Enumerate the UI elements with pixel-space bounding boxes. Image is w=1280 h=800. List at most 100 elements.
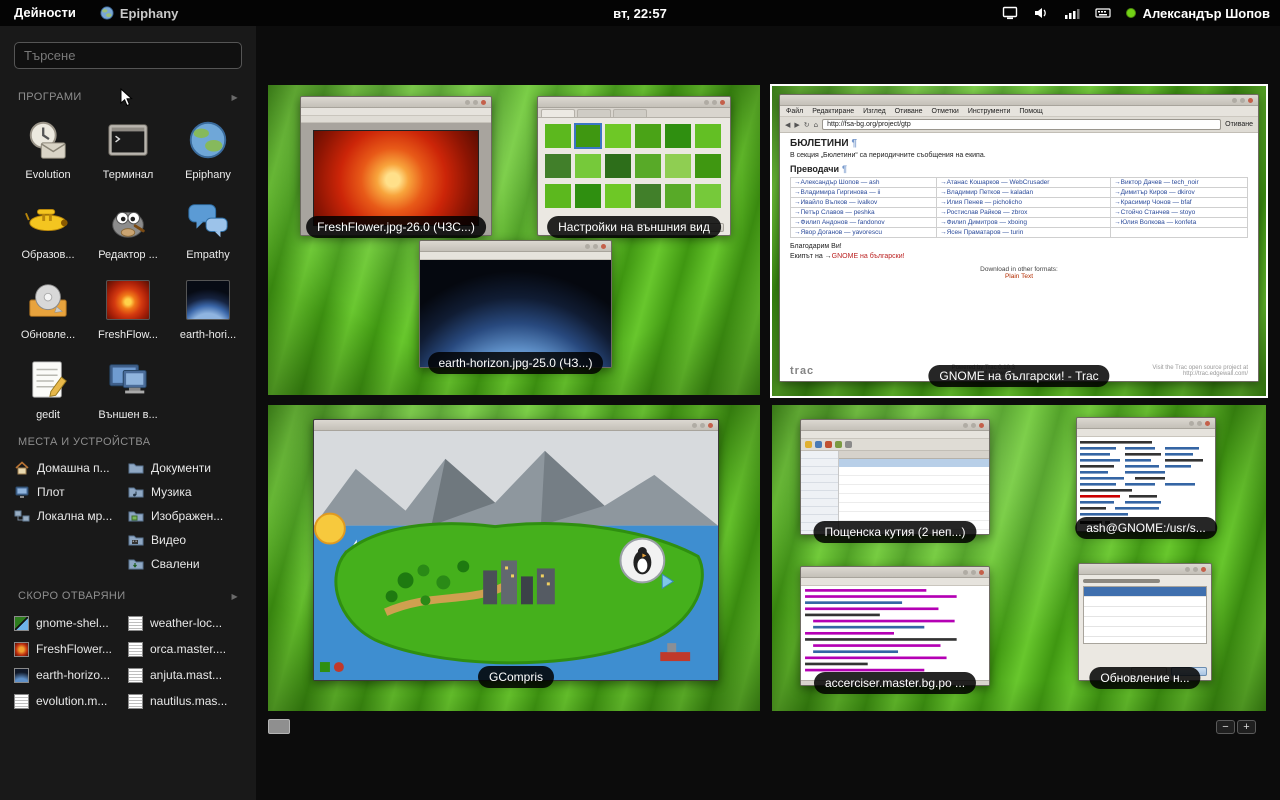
window-freshflower-gimp[interactable]: FreshFlower.jpg-26.0 (ЧЗС...) bbox=[300, 96, 492, 236]
app-label: Редактор ... bbox=[98, 249, 158, 261]
window-titlebar bbox=[1079, 564, 1211, 575]
recent-label: orca.master.... bbox=[150, 642, 226, 656]
app-grid: Evolution Терминал Epiphany Образов... Р… bbox=[8, 111, 248, 424]
network-icon bbox=[14, 508, 30, 524]
wallpaper-grid bbox=[538, 118, 730, 220]
place-label: Плот bbox=[37, 485, 65, 499]
window-menubar bbox=[301, 108, 491, 116]
anchor-pilcrow: ¶ bbox=[852, 138, 858, 149]
place-item-downloads[interactable]: Свалени bbox=[128, 552, 242, 576]
wallpaper-thumbnails bbox=[543, 122, 725, 212]
place-item-pictures[interactable]: Изображен... bbox=[128, 504, 242, 528]
page-heading: БЮЛЕТИНИ¶ bbox=[790, 138, 1248, 149]
activities-button[interactable]: Дейности bbox=[0, 0, 90, 26]
trac-page: БЮЛЕТИНИ¶ В секция „Бюлетини“ са периоди… bbox=[780, 133, 1258, 381]
recent-item[interactable]: evolution.m... bbox=[14, 688, 128, 714]
app-item-appearance[interactable]: Външен в... bbox=[88, 351, 168, 424]
app-item-empathy[interactable]: Empathy bbox=[168, 191, 248, 264]
app-item-epiphany[interactable]: Epiphany bbox=[168, 111, 248, 184]
flower-thumbnail-icon bbox=[14, 642, 29, 657]
recent-item[interactable]: orca.master.... bbox=[128, 636, 242, 662]
app-item-terminal[interactable]: Терминал bbox=[88, 111, 168, 184]
app-menu[interactable]: Epiphany bbox=[90, 6, 189, 21]
network-signal-icon[interactable] bbox=[1064, 5, 1080, 21]
update-package-list bbox=[1083, 586, 1207, 644]
translator-link: →Александър Шопов — ash bbox=[791, 178, 937, 188]
window-title-pill: earth-horizon.jpg-25.0 (ЧЗ...) bbox=[428, 352, 604, 374]
app-label: Външен в... bbox=[98, 409, 157, 421]
app-item-gcompris[interactable]: Образов... bbox=[8, 191, 88, 264]
app-label: Empathy bbox=[186, 249, 229, 261]
workspace-1[interactable]: FreshFlower.jpg-26.0 (ЧЗС...) Настройки … bbox=[268, 85, 760, 395]
recent-item[interactable]: earth-horizo... bbox=[14, 662, 128, 688]
workspace-3[interactable]: GCompris bbox=[268, 405, 760, 711]
window-evolution-mail[interactable]: Пощенска кутия (2 неп...) bbox=[800, 419, 990, 535]
app-label: Обновле... bbox=[21, 329, 75, 341]
programs-expander-icon[interactable]: ▶ bbox=[231, 93, 238, 102]
clock[interactable]: вт, 22:57 bbox=[613, 6, 667, 21]
recent-item[interactable]: anjuta.mast... bbox=[128, 662, 242, 688]
window-titlebar bbox=[1077, 418, 1215, 429]
place-label: Свалени bbox=[151, 557, 200, 571]
app-label: Evolution bbox=[25, 169, 70, 181]
place-item-videos[interactable]: Видео bbox=[128, 528, 242, 552]
window-software-update[interactable]: Обновление н... bbox=[1078, 563, 1212, 681]
menu-tools: Инструменти bbox=[968, 108, 1011, 115]
translator-link: →Димитър Киров — dkirov bbox=[1111, 188, 1248, 198]
workspace-add-button[interactable]: + bbox=[1237, 720, 1256, 734]
app-item-earth-horizon[interactable]: earth-hori... bbox=[168, 271, 248, 344]
window-epiphany-trac[interactable]: Файл Редактиране Изглед Отиване Отметки … bbox=[779, 94, 1259, 382]
place-item-desktop[interactable]: Плот bbox=[14, 480, 128, 504]
workspace-2-active[interactable]: Файл Редактиране Изглед Отиване Отметки … bbox=[770, 84, 1268, 398]
place-item-documents[interactable]: Документи bbox=[128, 456, 242, 480]
translator-link: →Илия Пенев — picholicho bbox=[937, 198, 1111, 208]
window-gcompris[interactable]: GCompris bbox=[313, 419, 719, 681]
place-item-home[interactable]: Домашна п... bbox=[14, 456, 128, 480]
translator-link: →Владимира Гиргинова — ii bbox=[791, 188, 937, 198]
workspace-remove-button[interactable]: − bbox=[1216, 720, 1235, 734]
recent-item[interactable]: FreshFlower... bbox=[14, 636, 128, 662]
pictures-folder-icon bbox=[128, 508, 144, 524]
app-item-image-editor[interactable]: Редактор ... bbox=[88, 191, 168, 264]
window-title-pill: ash@GNOME:/usr/s... bbox=[1075, 517, 1217, 539]
window-earth-horizon[interactable]: earth-horizon.jpg-25.0 (ЧЗ...) bbox=[419, 240, 612, 368]
gedit-notepad-icon bbox=[22, 354, 74, 406]
translator-link: →Ясен Праматаров — turin bbox=[937, 228, 1111, 238]
po-file-content bbox=[801, 586, 989, 680]
app-item-freshflower[interactable]: FreshFlow... bbox=[88, 271, 168, 344]
window-title-pill: FreshFlower.jpg-26.0 (ЧЗС...) bbox=[306, 216, 486, 238]
workspace-4[interactable]: Пощенска кутия (2 неп...) ash bbox=[772, 405, 1266, 711]
recent-section-header: СКОРО ОТВАРЯНИ ▶ bbox=[18, 590, 238, 602]
recent-list: gnome-shel... FreshFlower... earth-horiz… bbox=[14, 610, 242, 714]
window-terminal[interactable]: ash@GNOME:/usr/s... bbox=[1076, 417, 1216, 532]
download-block: Download in other formats: Plain Text bbox=[790, 266, 1248, 280]
volume-icon[interactable] bbox=[1033, 5, 1049, 21]
translator-link: →Филип Димитров — xboing bbox=[937, 218, 1111, 228]
workspace-switcher-chip[interactable] bbox=[268, 719, 290, 734]
window-titlebar bbox=[780, 95, 1258, 106]
place-item-network[interactable]: Локална мр... bbox=[14, 504, 128, 528]
translator-link: →Явор Доганов — yavorescu bbox=[791, 228, 937, 238]
evolution-icon bbox=[22, 114, 74, 166]
app-label: Образов... bbox=[21, 249, 74, 261]
app-item-evolution[interactable]: Evolution bbox=[8, 111, 88, 184]
user-menu[interactable]: Александър Шопов bbox=[1126, 6, 1270, 21]
display-icon[interactable] bbox=[1002, 5, 1018, 21]
recent-item[interactable]: gnome-shel... bbox=[14, 610, 128, 636]
overview-sidebar: ПРОГРАМИ ▶ Evolution Терминал Epiphany bbox=[0, 26, 256, 800]
window-po-editor[interactable]: accerciser.master.bg.po ... bbox=[800, 566, 990, 686]
keyboard-input-icon[interactable] bbox=[1095, 5, 1111, 21]
recent-item[interactable]: weather-loc... bbox=[128, 610, 242, 636]
app-item-gedit[interactable]: gedit bbox=[8, 351, 88, 424]
app-item-software-update[interactable]: Обновле... bbox=[8, 271, 88, 344]
recent-expander-icon[interactable]: ▶ bbox=[231, 592, 238, 601]
recent-label: FreshFlower... bbox=[36, 642, 112, 656]
flower-image bbox=[313, 130, 479, 226]
recent-item[interactable]: nautilus.mas... bbox=[128, 688, 242, 714]
top-bar: Дейности Epiphany вт, 22:57 Александър Ш… bbox=[0, 0, 1280, 26]
software-update-disc-icon bbox=[22, 274, 74, 326]
place-item-music[interactable]: Музика bbox=[128, 480, 242, 504]
search-input[interactable] bbox=[14, 42, 242, 69]
window-appearance-settings[interactable]: Настройки на външния вид bbox=[537, 96, 731, 236]
translator-link: →Ростислав Райков — zbrox bbox=[937, 208, 1111, 218]
